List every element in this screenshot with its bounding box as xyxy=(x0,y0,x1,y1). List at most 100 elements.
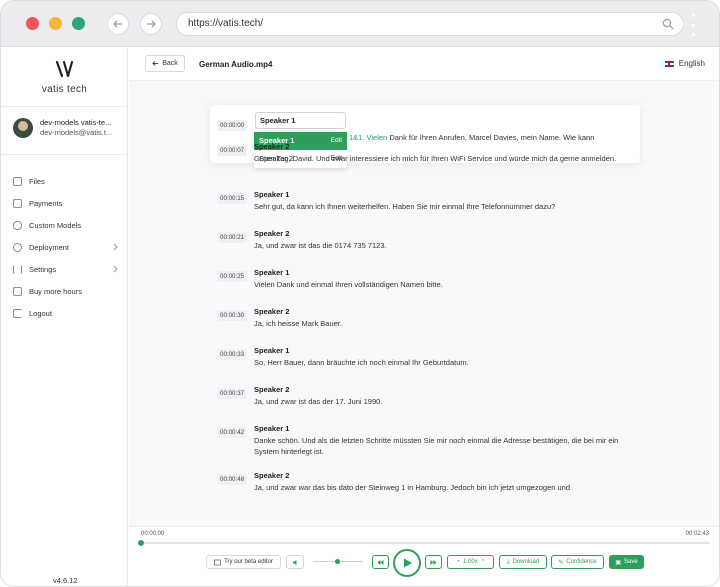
segment-text[interactable]: Danke schön. Und als die letzten Schritt… xyxy=(254,436,636,457)
segment-timestamp[interactable]: 00:00:15 xyxy=(217,193,248,204)
minimize-window-dot[interactable] xyxy=(49,17,62,30)
segment-speaker[interactable]: Speaker 2 xyxy=(254,142,289,151)
current-time: 00:00:00 xyxy=(141,531,165,537)
sidebar-item-deployment[interactable]: Deployment xyxy=(13,236,121,258)
segment-text[interactable]: Ja, und zwar war das bis dato der Steinw… xyxy=(254,483,636,494)
segment-text[interactable]: Ja, und zwar ist das die 0174 735 7123. xyxy=(254,241,636,252)
sidebar-menu: Files Payments Custom Models Deployment … xyxy=(13,170,121,324)
download-icon: ⤓ xyxy=(506,558,510,565)
segment-speaker[interactable]: Speaker 1 xyxy=(254,346,289,355)
logo-text: vatis tech xyxy=(41,84,88,95)
sidebar-item-custom-models[interactable]: Custom Models xyxy=(13,214,121,236)
beta-editor-button[interactable]: Try our beta editor xyxy=(206,555,281,569)
globe-icon xyxy=(13,242,22,252)
sidebar-item-label: Custom Models xyxy=(29,220,82,230)
download-button[interactable]: ⤓ Download xyxy=(499,555,547,569)
segment-timestamp[interactable]: 00:00:30 xyxy=(217,310,248,321)
language-selector[interactable]: English xyxy=(664,59,705,68)
sidebar-item-logout[interactable]: Logout xyxy=(13,302,121,324)
segment-speaker[interactable]: Speaker 1 xyxy=(254,424,289,433)
sidebar-item-label: Buy more hours xyxy=(29,286,82,296)
logo[interactable]: vatis tech xyxy=(1,60,128,95)
sidebar-item-label: Settings xyxy=(29,264,57,274)
segment-speaker[interactable]: Speaker 1 xyxy=(254,190,289,199)
edit-speaker-link[interactable]: Edit xyxy=(331,132,342,150)
progress-knob[interactable] xyxy=(138,540,144,546)
sidebar-item-label: Deployment xyxy=(29,242,70,252)
audio-player: 00:00:00 00:02:43 Try our beta editor ◔ xyxy=(129,526,719,586)
sidebar-item-files[interactable]: Files xyxy=(13,170,121,192)
sidebar-item-settings[interactable]: Settings xyxy=(13,258,121,280)
editor-icon xyxy=(214,559,221,565)
back-button-label: Back xyxy=(162,60,178,67)
segment-text[interactable]: 1&1. Vielen Dank für Ihren Anrufen. Marc… xyxy=(349,133,639,144)
file-name: German Audio.mp4 xyxy=(199,60,273,69)
editor-header: Back German Audio.mp4 English xyxy=(129,48,719,81)
browser-chrome: https://vatis.tech/ xyxy=(1,1,719,47)
card-icon xyxy=(13,198,22,208)
back-button[interactable]: Back xyxy=(145,55,185,72)
segment-text[interactable]: Ja, und zwar ist das der 17. Juni 1990. xyxy=(254,397,636,408)
segment-timestamp[interactable]: 00:00:07 xyxy=(217,145,248,156)
search-icon[interactable] xyxy=(662,18,674,30)
segment-timestamp[interactable]: 00:00:42 xyxy=(217,427,248,438)
browser-window: https://vatis.tech/ vatis tech dev-model… xyxy=(0,0,720,587)
save-button[interactable]: ▣ Save xyxy=(609,555,644,569)
segment-text-rest: Dank für Ihren Anrufen. Marcel Davies, m… xyxy=(387,133,595,142)
play-button[interactable] xyxy=(393,549,421,577)
arrow-left-icon xyxy=(113,20,122,28)
segment-speaker[interactable]: Speaker 2 xyxy=(254,471,289,480)
segment-timestamp[interactable]: 00:00:37 xyxy=(217,388,248,399)
close-window-dot[interactable] xyxy=(26,17,39,30)
chevron-up-icon: ^ xyxy=(481,559,485,565)
forward-nav-button[interactable] xyxy=(140,13,162,35)
download-label: Download xyxy=(512,559,540,565)
segment-speaker[interactable]: Speaker 2 xyxy=(254,229,289,238)
segment-timestamp[interactable]: 00:00:33 xyxy=(217,349,248,360)
progress-track[interactable] xyxy=(138,540,710,546)
volume-slider[interactable] xyxy=(313,559,363,564)
segment-timestamp[interactable]: 00:00:21 xyxy=(217,232,248,243)
logout-icon xyxy=(13,308,22,318)
user-profile[interactable]: dev-models vatis-te... dev-models@vatis.… xyxy=(13,118,125,140)
maximize-window-dot[interactable] xyxy=(72,17,85,30)
segment-speaker[interactable]: Speaker 1 xyxy=(254,268,289,277)
confidence-button[interactable]: ✎ Confidence xyxy=(551,555,604,569)
pen-icon: ✎ xyxy=(558,559,564,566)
speaker-name-input[interactable]: Speaker 1 xyxy=(255,112,346,129)
forward-button[interactable] xyxy=(425,555,442,569)
back-nav-button[interactable] xyxy=(107,13,129,35)
segment-text[interactable]: Guten Tag, David. Und zwar interessiere … xyxy=(254,154,636,165)
segment-text[interactable]: Vielen Dank und einmal Ihren vollständig… xyxy=(254,280,636,291)
segment-text[interactable]: So, Herr Bauer, dann bräuchte ich noch e… xyxy=(254,358,636,369)
language-label: English xyxy=(678,59,705,68)
playback-speed-selector[interactable]: ◔ 1.00x ^ xyxy=(447,555,494,569)
address-bar[interactable]: https://vatis.tech/ xyxy=(176,12,684,36)
arrow-right-icon xyxy=(147,20,156,28)
chevron-right-icon xyxy=(113,243,118,251)
highlighted-word[interactable]: 1&1. Vielen xyxy=(349,133,387,142)
sidebar-item-label: Logout xyxy=(29,308,52,318)
volume-knob[interactable] xyxy=(335,559,340,564)
segment-speaker[interactable]: Speaker 2 xyxy=(254,385,289,394)
segment-speaker[interactable]: Speaker 2 xyxy=(254,307,289,316)
confidence-label: Confidence xyxy=(566,559,597,565)
sidebar-item-buy-hours[interactable]: Buy more hours xyxy=(13,280,121,302)
play-icon xyxy=(404,558,412,568)
browser-menu-icon[interactable] xyxy=(692,14,696,36)
volume-button[interactable] xyxy=(286,555,304,569)
segment-timestamp[interactable]: 00:00:25 xyxy=(217,271,248,282)
sidebar: vatis tech dev-models vatis-te... dev-mo… xyxy=(1,48,128,586)
user-name: dev-models vatis-te... xyxy=(40,118,112,127)
transcript-area[interactable]: 00:00:00 1&1. Vielen Dank für Ihren Anru… xyxy=(129,81,719,526)
arrow-left-icon xyxy=(152,61,159,66)
segment-timestamp[interactable]: 00:00:48 xyxy=(217,474,248,485)
segment-text[interactable]: Sehr gut, da kann ich Ihnen weiterhelfen… xyxy=(254,202,636,213)
beta-editor-label: Try our beta editor xyxy=(224,559,273,565)
rewind-button[interactable] xyxy=(372,555,389,569)
save-label: Save xyxy=(623,559,638,565)
sidebar-item-payments[interactable]: Payments xyxy=(13,192,121,214)
segment-text[interactable]: Ja, ich heisse Mark Bauer. xyxy=(254,319,636,330)
segment-timestamp[interactable]: 00:00:00 xyxy=(217,120,248,131)
sidebar-item-label: Payments xyxy=(29,198,63,208)
